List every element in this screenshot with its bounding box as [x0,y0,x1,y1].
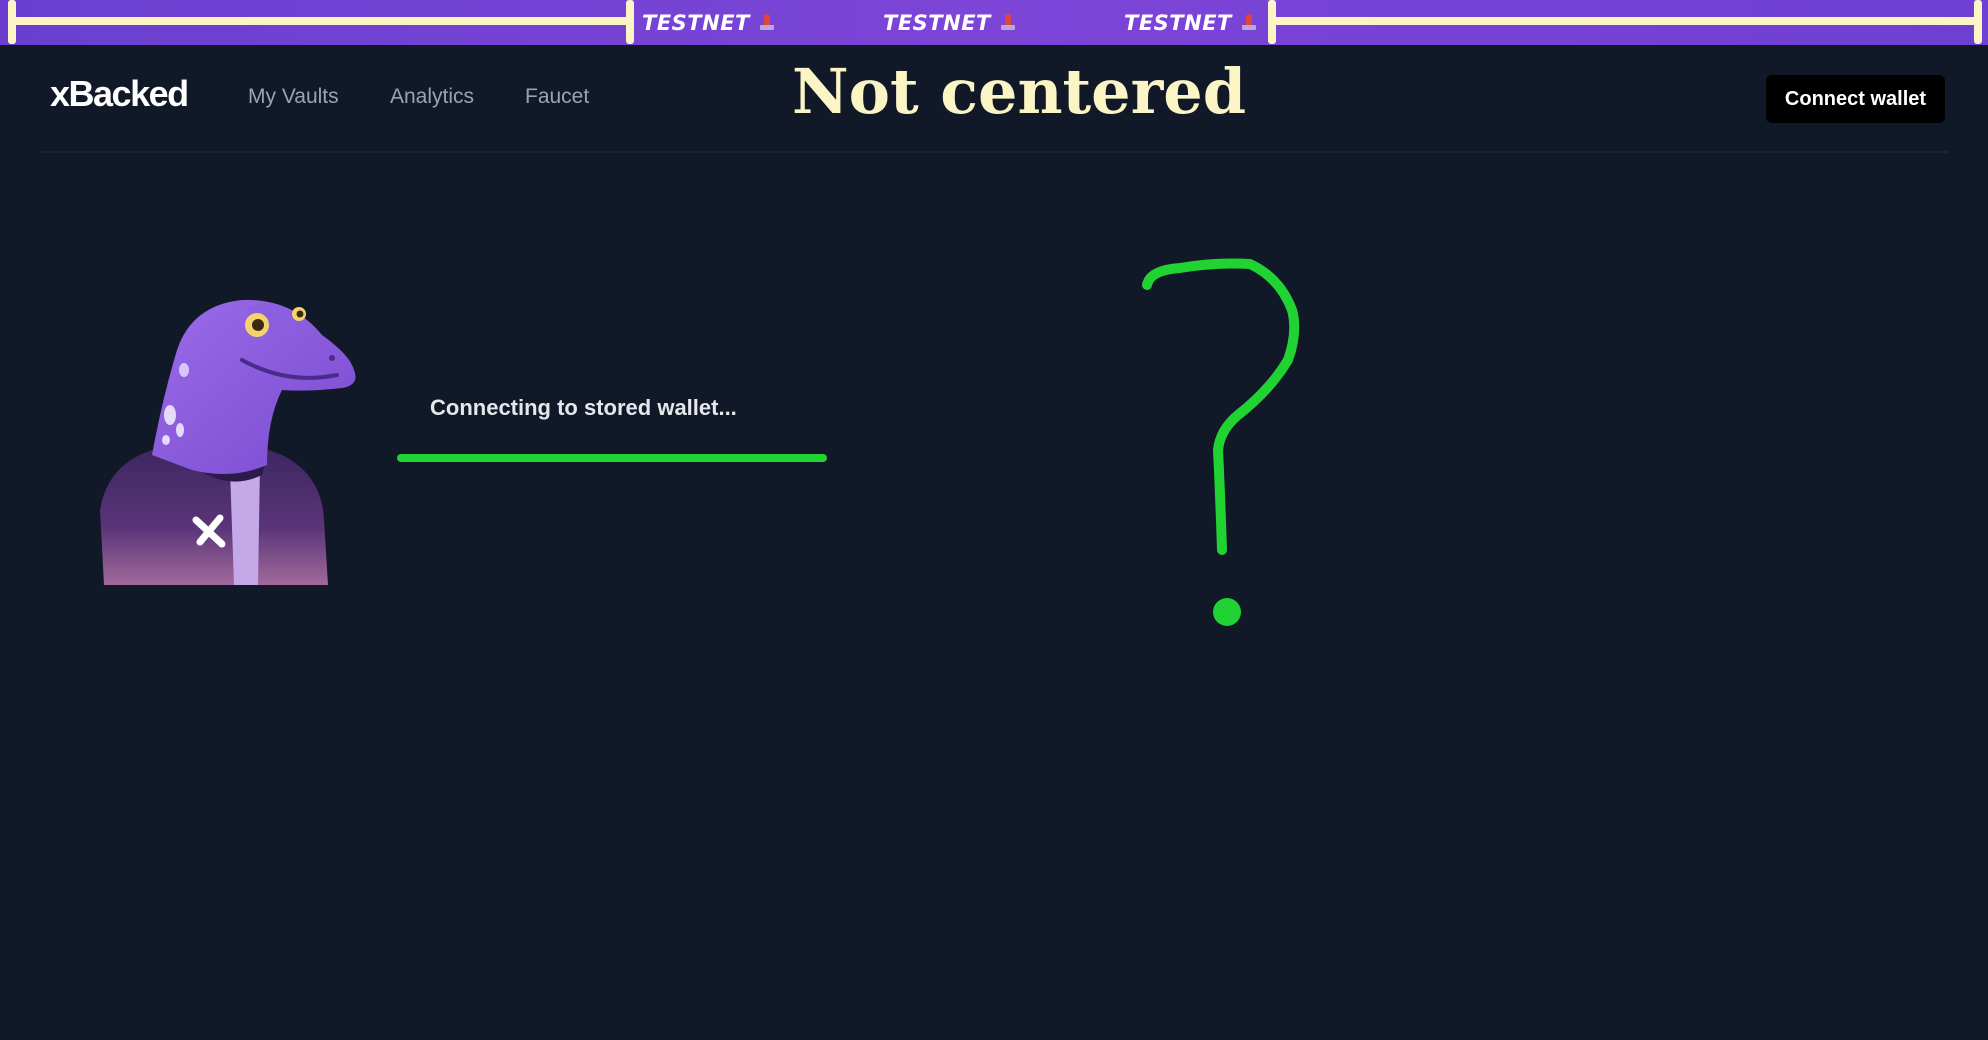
header: xBacked My Vaults Analytics Faucet Not c… [0,45,1988,152]
nav-my-vaults[interactable]: My Vaults [248,85,339,109]
right-measure-tick [1974,0,1982,44]
nav-analytics[interactable]: Analytics [390,85,474,109]
testnet-banner: TESTNET TESTNET TESTNET [0,0,1988,45]
left-measure-line [10,17,632,25]
testnet-label: TESTNET [1124,8,1256,38]
testnet-label: TESTNET [883,8,1015,38]
annotation-underline [397,454,827,462]
right-measure-tick [1268,0,1276,44]
testnet-text: TESTNET [642,11,750,35]
testnet-text: TESTNET [883,11,991,35]
testnet-label: TESTNET [642,8,774,38]
question-mark-icon [1142,258,1300,626]
right-measure-line [1272,17,1978,25]
rotating-beacon-icon [1241,14,1256,32]
lizard-mascot-icon [100,299,356,585]
logo[interactable]: xBacked [50,73,189,115]
testnet-text: TESTNET [1124,11,1232,35]
left-measure-tick [626,0,634,44]
rotating-beacon-icon [1000,14,1015,32]
header-divider [40,151,1948,153]
connect-wallet-button[interactable]: Connect wallet [1766,75,1945,123]
nav-faucet[interactable]: Faucet [525,85,589,109]
left-measure-tick [8,0,16,44]
page: TESTNET TESTNET TESTNET xBacked My Vault… [0,0,1988,1040]
wallet-status-text: Connecting to stored wallet... [430,395,737,420]
rotating-beacon-icon [759,14,774,32]
annotation-title: Not centered [792,55,1247,128]
